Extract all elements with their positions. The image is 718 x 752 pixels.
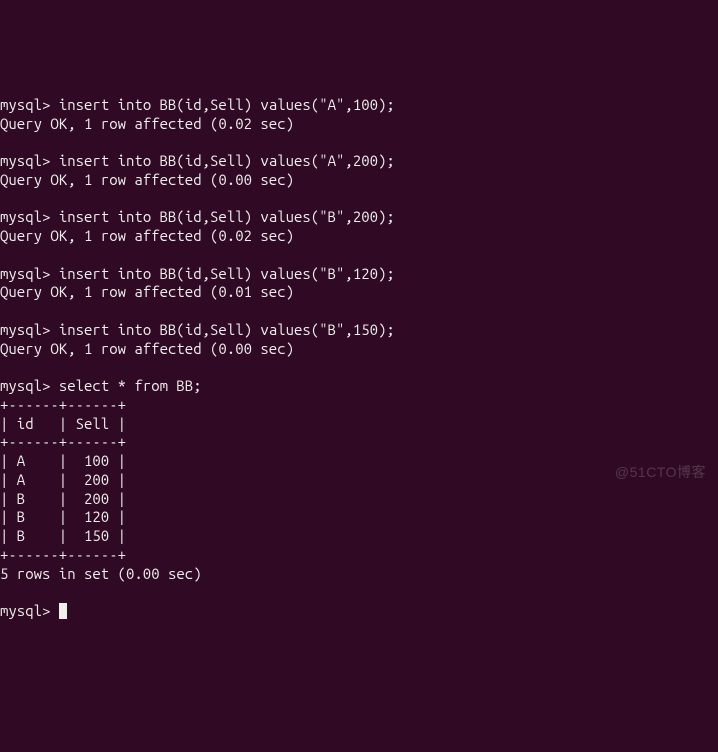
terminal-output: mysql> insert into BB(id,Sell) values("A… bbox=[0, 77, 718, 621]
mysql-prompt: mysql> bbox=[0, 377, 59, 394]
table-row: | B | 120 | bbox=[0, 508, 126, 525]
mysql-prompt: mysql> bbox=[0, 321, 59, 338]
mysql-prompt: mysql> bbox=[0, 265, 59, 282]
query-result: Query OK, 1 row affected (0.00 sec) bbox=[0, 340, 294, 357]
table-border: +------+------+ bbox=[0, 433, 126, 450]
rowcount-line: 5 rows in set (0.00 sec) bbox=[0, 565, 202, 582]
mysql-prompt: mysql> bbox=[0, 602, 59, 619]
sql-statement: insert into BB(id,Sell) values("A",200); bbox=[59, 152, 395, 169]
mysql-prompt: mysql> bbox=[0, 152, 59, 169]
table-header: | id | Sell | bbox=[0, 415, 126, 432]
table-border: +------+------+ bbox=[0, 396, 126, 413]
cursor bbox=[59, 603, 67, 619]
table-row: | B | 200 | bbox=[0, 490, 126, 507]
sql-statement: insert into BB(id,Sell) values("B",150); bbox=[59, 321, 395, 338]
cmd-line: mysql> insert into BB(id,Sell) values("B… bbox=[0, 265, 395, 282]
query-result: Query OK, 1 row affected (0.00 sec) bbox=[0, 171, 294, 188]
sql-statement: insert into BB(id,Sell) values("B",200); bbox=[59, 208, 395, 225]
query-result: Query OK, 1 row affected (0.02 sec) bbox=[0, 115, 294, 132]
query-result: Query OK, 1 row affected (0.02 sec) bbox=[0, 227, 294, 244]
mysql-prompt: mysql> bbox=[0, 96, 59, 113]
mysql-prompt: mysql> bbox=[0, 208, 59, 225]
table-row: | A | 200 | bbox=[0, 471, 126, 488]
sql-statement: insert into BB(id,Sell) values("A",100); bbox=[59, 96, 395, 113]
prompt-line[interactable]: mysql> bbox=[0, 602, 67, 619]
cmd-line: mysql> select * from BB; bbox=[0, 377, 202, 394]
sql-statement: select * from BB; bbox=[59, 377, 202, 394]
query-result: Query OK, 1 row affected (0.01 sec) bbox=[0, 283, 294, 300]
watermark: @51CTO博客 bbox=[615, 464, 706, 482]
table-border: +------+------+ bbox=[0, 546, 126, 563]
cmd-line: mysql> insert into BB(id,Sell) values("B… bbox=[0, 208, 395, 225]
cmd-line: mysql> insert into BB(id,Sell) values("A… bbox=[0, 96, 395, 113]
cmd-line: mysql> insert into BB(id,Sell) values("A… bbox=[0, 152, 395, 169]
table-row: | B | 150 | bbox=[0, 527, 126, 544]
cmd-line: mysql> insert into BB(id,Sell) values("B… bbox=[0, 321, 395, 338]
sql-statement: insert into BB(id,Sell) values("B",120); bbox=[59, 265, 395, 282]
table-row: | A | 100 | bbox=[0, 452, 126, 469]
